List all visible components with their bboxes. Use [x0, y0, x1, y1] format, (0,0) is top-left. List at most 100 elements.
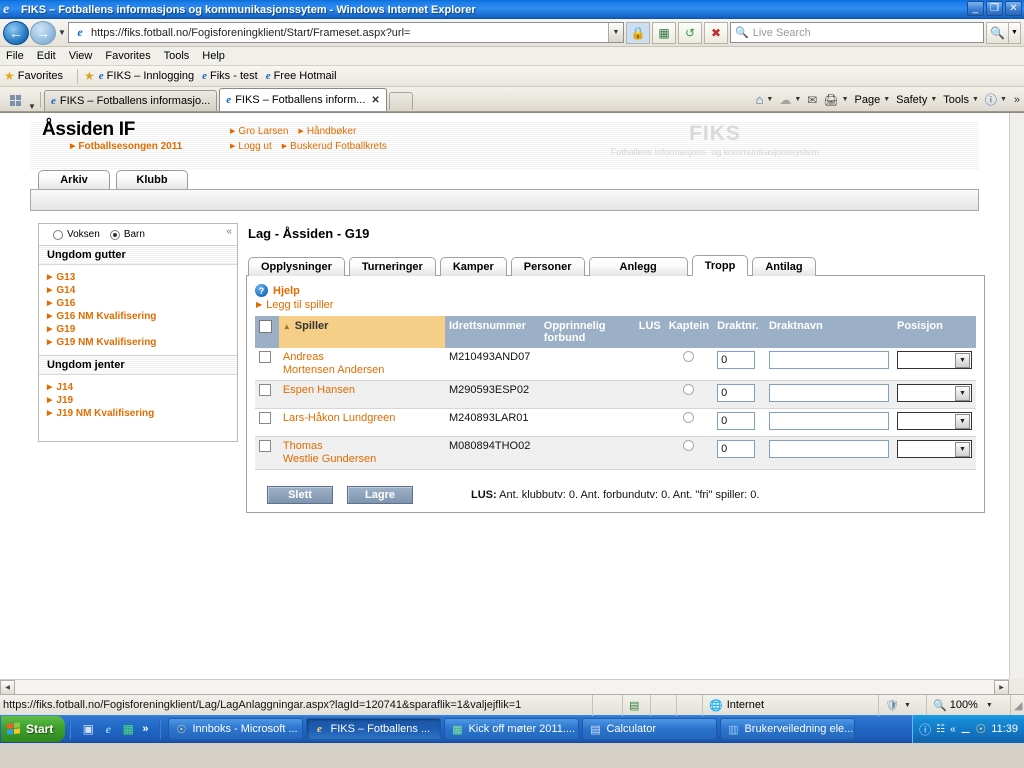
status-zone[interactable]: 🌐 Internet: [702, 694, 878, 716]
user-link[interactable]: Gro Larsen: [230, 124, 288, 139]
outlook-icon[interactable]: ☉: [976, 722, 987, 736]
show-desktop-icon[interactable]: ▣: [79, 720, 97, 738]
shirt-number-input[interactable]: 0: [717, 351, 756, 369]
sidebar-item-g19[interactable]: G19: [47, 323, 237, 336]
column-kaptein[interactable]: Kaptein: [664, 316, 714, 348]
favorites-button[interactable]: ★ Favorites: [4, 69, 63, 83]
captain-radio[interactable]: [683, 412, 695, 423]
row-checkbox[interactable]: [259, 412, 271, 424]
column-opprinnelig-forbund[interactable]: Opprinnelig forbund: [539, 316, 635, 348]
row-checkbox[interactable]: [259, 384, 271, 396]
start-button[interactable]: Start: [1, 716, 66, 742]
network-icon[interactable]: ☷: [936, 724, 945, 735]
close-icon[interactable]: ✕: [371, 95, 379, 106]
row-checkbox[interactable]: [259, 440, 271, 452]
chevron-down-icon[interactable]: ▼: [794, 96, 801, 103]
recent-pages-chevron-down-icon[interactable]: ▼: [56, 28, 68, 37]
shirt-number-input[interactable]: 0: [717, 384, 756, 402]
position-select[interactable]: ▼: [897, 351, 972, 369]
address-input[interactable]: e https://fiks.fotball.no/Fogisforeningk…: [68, 22, 624, 43]
column-idrettsnummer[interactable]: Idrettsnummer: [445, 316, 540, 348]
home-button[interactable]: ⌂ ▼: [754, 92, 776, 107]
delete-button[interactable]: Slett: [267, 486, 333, 504]
excel-icon[interactable]: ▦: [119, 720, 137, 738]
select-all-checkbox[interactable]: [259, 320, 272, 333]
logout-link[interactable]: Logg ut: [230, 139, 271, 154]
internet-explorer-icon[interactable]: e: [99, 720, 117, 738]
tab-arkiv[interactable]: Arkiv: [38, 170, 110, 189]
horizontal-scrollbar[interactable]: ◀ ▶: [0, 679, 1009, 694]
sidebar-item-g16[interactable]: G16: [47, 297, 237, 310]
collapse-chevron-icon[interactable]: «: [226, 226, 232, 237]
shirt-name-input[interactable]: [768, 440, 889, 458]
shirt-name-input[interactable]: [768, 412, 889, 430]
print-button[interactable]: 🖨 ▼: [821, 93, 850, 107]
handbooks-link[interactable]: Håndbøker: [298, 124, 356, 139]
shirt-number-input[interactable]: 0: [717, 412, 756, 430]
safety-menu-button[interactable]: Safety ▼: [894, 94, 939, 106]
tab-anlegg[interactable]: Anlegg: [588, 257, 688, 276]
menu-item-view[interactable]: View: [69, 50, 93, 62]
search-go-button[interactable]: 🔍: [986, 21, 1009, 44]
chevron-down-icon[interactable]: ▼: [766, 96, 773, 103]
toolbar-overflow-icon[interactable]: »: [1014, 94, 1020, 106]
quick-tabs-icon[interactable]: [4, 90, 26, 110]
captain-radio[interactable]: [683, 351, 695, 362]
column-lus[interactable]: LUS: [634, 316, 665, 348]
search-input[interactable]: 🔍 Live Search: [730, 22, 984, 43]
sidebar-radio-barn[interactable]: Barn: [109, 229, 145, 240]
status-resize-grip[interactable]: ◢: [1010, 694, 1024, 716]
shirt-number-input[interactable]: 0: [717, 440, 756, 458]
feeds-button[interactable]: ☁ ▼: [777, 93, 803, 107]
help-row[interactable]: ? Hjelp: [255, 284, 976, 297]
chevron-down-icon[interactable]: ▼: [842, 96, 849, 103]
browser-tab-2-active[interactable]: e FIKS – Fotballens inform... ✕: [219, 88, 387, 111]
back-arrow-icon[interactable]: ←: [3, 20, 29, 45]
save-button[interactable]: Lagre: [347, 486, 413, 504]
tab-tropp[interactable]: Tropp: [691, 255, 749, 276]
tab-kamper[interactable]: Kamper: [439, 257, 507, 276]
search-provider-chevron-down-icon[interactable]: ▼: [1009, 21, 1021, 44]
menu-item-help[interactable]: Help: [202, 50, 225, 62]
column-posisjon[interactable]: Posisjon: [893, 316, 976, 348]
usb-icon[interactable]: ⚊: [961, 723, 971, 736]
column-draktnr[interactable]: Draktnr.: [713, 316, 765, 348]
tab-opplysninger[interactable]: Opplysninger: [248, 257, 345, 276]
sidebar-item-g14[interactable]: G14: [47, 284, 237, 297]
favorite-link-fiks-test[interactable]: e Fiks - test: [202, 70, 258, 82]
row-checkbox[interactable]: [259, 351, 271, 363]
help-menu-button[interactable]: ⓘ ▼: [983, 91, 1009, 108]
forward-arrow-icon[interactable]: →: [30, 20, 56, 45]
menu-item-favorites[interactable]: Favorites: [105, 50, 150, 62]
close-button[interactable]: ✕: [1005, 1, 1022, 16]
refresh-icon[interactable]: ↺: [678, 21, 702, 44]
new-tab-button[interactable]: [388, 92, 413, 110]
vertical-scrollbar[interactable]: [1009, 113, 1024, 679]
tab-klubb[interactable]: Klubb: [116, 170, 188, 189]
player-name-cell[interactable]: Espen Hansen: [278, 380, 445, 409]
tools-menu-button[interactable]: Tools ▼: [941, 94, 981, 106]
read-mail-button[interactable]: ✉: [805, 93, 819, 107]
taskbar-item-excel[interactable]: ▦ Kick off møter 2011....: [444, 718, 580, 740]
tab-antilag[interactable]: Antilag: [752, 257, 816, 276]
stop-icon[interactable]: ✖: [704, 21, 728, 44]
add-player-link[interactable]: Legg til spiller: [256, 299, 976, 311]
tab-turneringer[interactable]: Turneringer: [348, 257, 436, 276]
season-link[interactable]: Fotballsesongen 2011: [70, 141, 182, 152]
sidebar-item-j19[interactable]: J19: [47, 394, 237, 407]
sidebar-radio-voksen[interactable]: Voksen: [53, 229, 100, 240]
menu-item-file[interactable]: File: [6, 50, 24, 62]
captain-radio[interactable]: [683, 384, 695, 395]
player-name-cell[interactable]: Thomas Westlie Gundersen: [278, 436, 445, 470]
menu-item-edit[interactable]: Edit: [37, 50, 56, 62]
favorite-link-free-hotmail[interactable]: e Free Hotmail: [266, 70, 337, 82]
taskbar-clock[interactable]: 11:39: [991, 723, 1018, 735]
chevron-down-icon[interactable]: ▼: [904, 702, 911, 709]
column-draktnavn[interactable]: Draktnavn: [764, 316, 893, 348]
tab-list-chevron-down-icon[interactable]: ▼: [26, 102, 38, 111]
compatibility-view-icon[interactable]: ▦: [652, 21, 676, 44]
chevron-down-icon[interactable]: ▼: [986, 702, 993, 709]
favorite-link-fiks-innlogging[interactable]: e FIKS – Innlogging: [99, 70, 194, 82]
page-menu-button[interactable]: Page ▼: [853, 94, 893, 106]
taskbar-item-outlook[interactable]: ☉ Innboks - Microsoft ...: [168, 718, 304, 740]
